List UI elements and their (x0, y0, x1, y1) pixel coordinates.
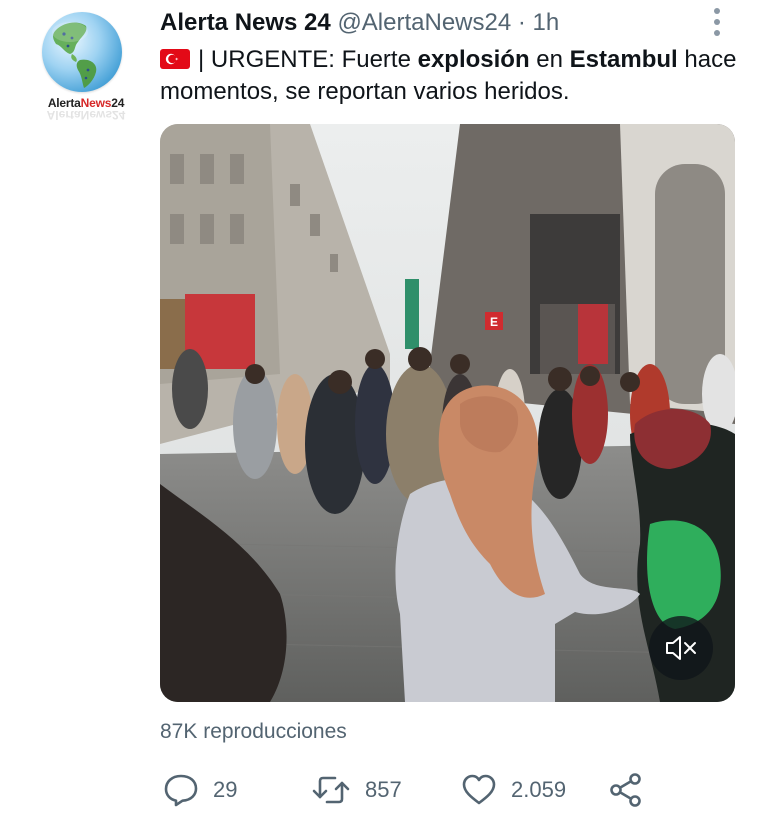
reply-button[interactable]: 29 (163, 770, 237, 810)
tweet-card[interactable]: AlertaNews24 AlertaNews24 Alerta News 24… (0, 0, 760, 824)
turkey-flag-icon (160, 49, 190, 69)
separator-dot: · (517, 9, 526, 36)
avatar-brand-text: AlertaNews24 (47, 96, 125, 110)
video-frame: E (160, 124, 735, 702)
mute-button[interactable] (649, 616, 713, 680)
timestamp[interactable]: 1h (533, 9, 560, 36)
storefront-sign: E (490, 315, 498, 329)
view-count: 87K reproducciones (160, 720, 347, 743)
speaker-muted-icon (666, 636, 696, 660)
reply-icon (164, 774, 198, 807)
like-button[interactable]: 2.059 (461, 770, 566, 810)
reply-count: 29 (213, 777, 238, 802)
heart-icon (462, 774, 496, 805)
video-player[interactable]: E (160, 124, 735, 702)
avatar-brand-reflection: AlertaNews24 (46, 110, 126, 122)
retweet-icon (312, 776, 350, 804)
retweet-button[interactable]: 857 (311, 770, 402, 810)
share-button[interactable] (608, 770, 644, 810)
more-options-icon[interactable] (710, 8, 724, 36)
share-icon (610, 773, 641, 807)
tweet-text: | URGENTE: Fuerte explosión en Estambul … (160, 46, 737, 105)
retweet-count: 857 (365, 777, 402, 802)
globe-logo-icon (42, 12, 122, 92)
like-count: 2.059 (511, 777, 567, 802)
tweet-header: Alerta News 24 @AlertaNews24 · 1h (160, 8, 559, 38)
display-name[interactable]: Alerta News 24 (160, 9, 331, 36)
user-handle[interactable]: @AlertaNews24 (337, 9, 511, 36)
avatar[interactable]: AlertaNews24 AlertaNews24 (36, 10, 136, 122)
